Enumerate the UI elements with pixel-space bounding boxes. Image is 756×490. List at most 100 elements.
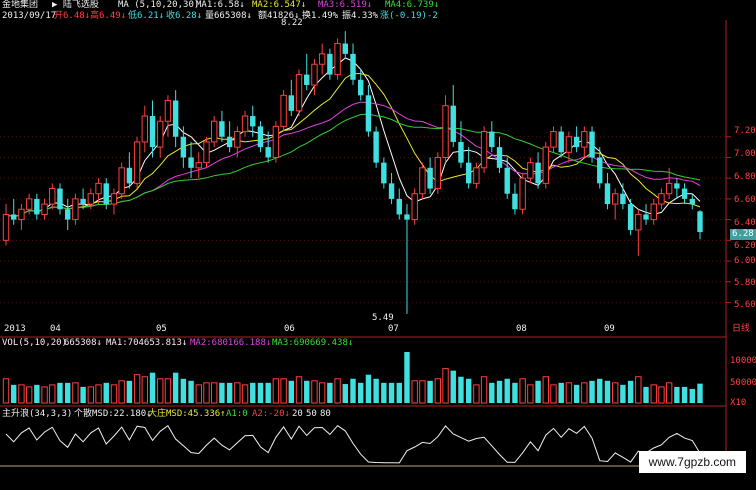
- quote-volume: 量665308↓: [205, 11, 252, 21]
- volume-bar-up: [157, 378, 164, 404]
- candle-down: [465, 162, 472, 184]
- volume-bar-up: [542, 376, 549, 404]
- candle-down: [250, 116, 256, 127]
- volume-bar-up: [18, 384, 25, 404]
- ma-line: [5, 101, 701, 218]
- candle-down: [504, 167, 510, 194]
- volume-bar-up: [295, 376, 303, 404]
- candle-up: [480, 131, 488, 169]
- candle-down: [373, 131, 379, 163]
- candle-up: [157, 120, 164, 148]
- volume-bar-down: [257, 382, 264, 403]
- volume-bar-up: [234, 382, 241, 404]
- candle-down: [365, 95, 372, 132]
- candle-down: [496, 147, 503, 168]
- candle-up: [650, 203, 657, 221]
- volume-bar-down: [674, 386, 680, 403]
- stock-name[interactable]: ▶ 陆飞选股: [52, 0, 99, 11]
- volume-bar-down: [172, 372, 179, 403]
- volume-bar-up: [87, 386, 95, 404]
- volume-bar-up: [527, 384, 534, 404]
- candle-up: [411, 193, 418, 221]
- candle-down: [512, 193, 518, 210]
- candle-down: [103, 183, 109, 205]
- candle-down: [558, 131, 564, 153]
- candle-up: [519, 177, 526, 210]
- volume-bar-up: [195, 384, 202, 404]
- candle-down: [381, 162, 387, 184]
- high-marker: 8.22: [281, 18, 303, 28]
- vol-tick: 1000000: [730, 356, 756, 366]
- volume-bar-up: [658, 386, 665, 404]
- volume-bar-up: [280, 378, 287, 404]
- volume-bar-down: [327, 382, 333, 403]
- ind-level-20: 20: [292, 409, 303, 419]
- candle-down: [427, 167, 433, 189]
- volume-bar-up: [519, 378, 526, 404]
- time-month: 09: [604, 324, 615, 334]
- candle-down: [450, 105, 456, 142]
- volume-bar-down: [358, 382, 364, 403]
- candle-up: [611, 193, 619, 205]
- low-marker: 5.49: [372, 313, 394, 323]
- ma2-value: MA2:6.547↓: [252, 0, 307, 10]
- volume-bar-up: [611, 382, 619, 404]
- candle-up: [118, 167, 125, 195]
- ind-level-80: 80: [320, 409, 331, 419]
- candle-down: [404, 214, 410, 220]
- volume-bar-down: [64, 382, 71, 403]
- ma-line: [5, 73, 701, 218]
- volume-bar-up: [442, 368, 449, 404]
- volume-bar-down: [103, 382, 109, 403]
- ind-title: 主升浪(34,3,3): [2, 409, 73, 419]
- ma3-value: MA3:6.519↓: [318, 0, 373, 10]
- ma-title: MA (5,10,20,30): [118, 0, 200, 10]
- volume-bar-down: [697, 383, 703, 403]
- volume-bar-down: [219, 382, 225, 403]
- quote-date: 2013/09/17: [2, 11, 57, 21]
- candle-up: [527, 162, 534, 179]
- volume-bar-up: [72, 382, 79, 404]
- candle-down: [327, 53, 333, 75]
- candle-up: [241, 115, 249, 133]
- quote-high: 高6.49↓: [90, 11, 127, 21]
- candle-down: [643, 214, 649, 220]
- volume-bar-down: [265, 382, 271, 403]
- candle-up: [272, 125, 280, 158]
- time-month: 06: [284, 324, 295, 334]
- volume-bar-down: [373, 378, 379, 403]
- candle-up: [473, 167, 480, 184]
- candle-up: [318, 53, 326, 65]
- ma1-value: MA1:6.58↓: [196, 0, 245, 10]
- price-tick: 5.80: [734, 278, 756, 288]
- vol-value: 665308↓: [64, 338, 102, 348]
- volume-bar-up: [411, 380, 418, 404]
- time-month: 04: [50, 324, 61, 334]
- volume-bar-up: [25, 386, 33, 404]
- candle-down: [265, 147, 271, 158]
- volume-bar-up: [110, 384, 118, 404]
- candle-down: [11, 214, 17, 220]
- volume-bar-down: [250, 382, 256, 403]
- candle-down: [681, 188, 688, 199]
- volume-bar-down: [57, 382, 63, 403]
- candle-down: [589, 131, 595, 158]
- price-tick: 6.00: [734, 256, 756, 266]
- volume-bar-up: [272, 378, 280, 404]
- candle-down: [219, 121, 225, 137]
- volume-bar-down: [388, 382, 395, 403]
- period-label[interactable]: 日线: [732, 324, 750, 335]
- volume-bar-up: [203, 382, 210, 404]
- candle-up: [141, 115, 148, 143]
- candle-down: [304, 74, 310, 85]
- candle-up: [211, 120, 218, 143]
- candle-up: [234, 131, 241, 148]
- volume-bar-down: [350, 378, 356, 403]
- volume-bar-up: [41, 386, 48, 404]
- price-tick: 6.80: [734, 172, 756, 182]
- candle-down: [674, 183, 680, 189]
- volume-bar-down: [512, 382, 518, 403]
- volume-bar-up: [480, 376, 488, 404]
- volume-bar-up: [211, 382, 218, 404]
- candle-up: [280, 94, 287, 127]
